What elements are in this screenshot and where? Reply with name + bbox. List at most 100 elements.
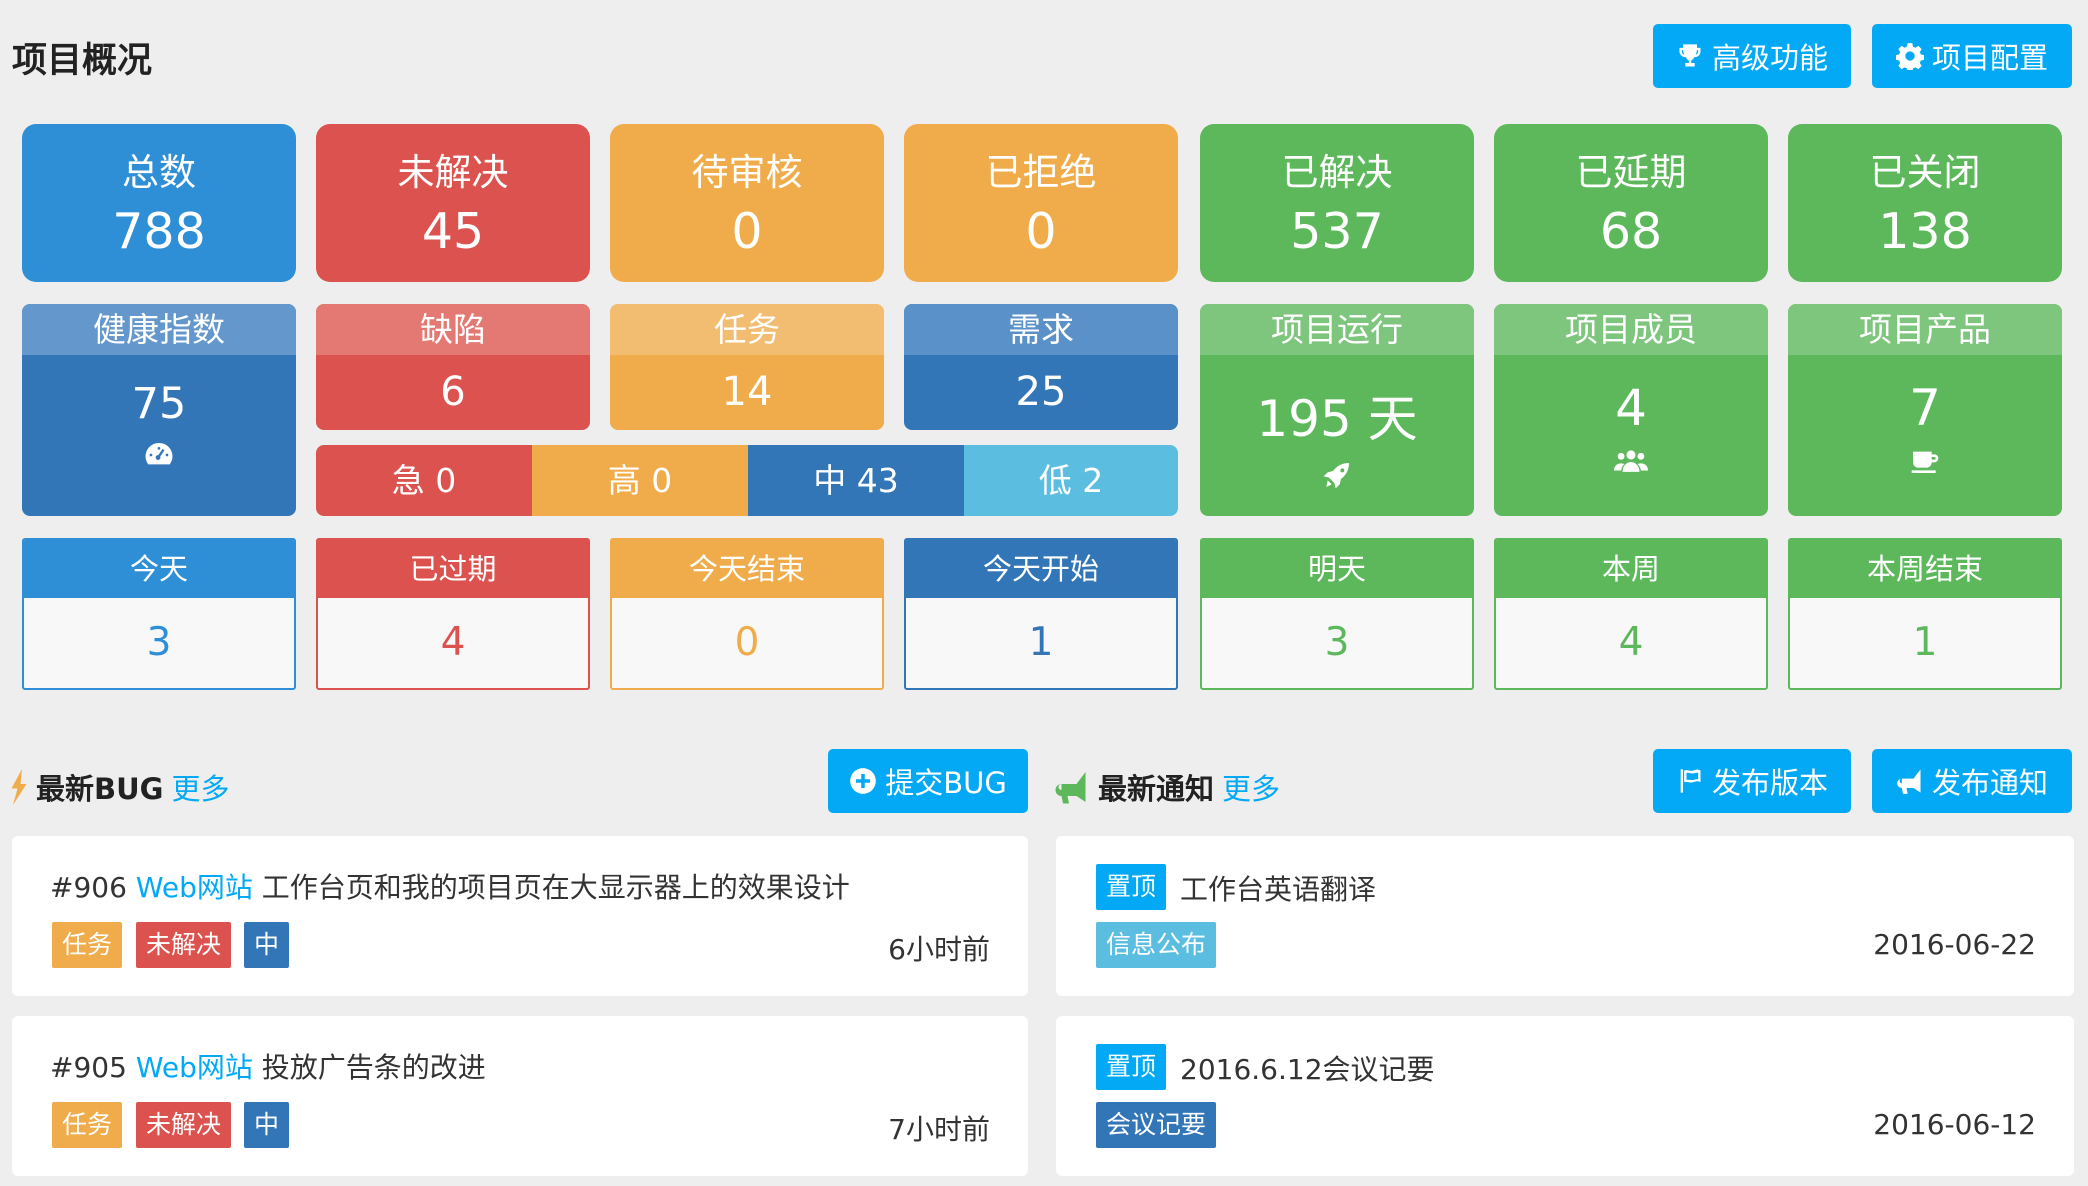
bug-text: 工作台页和我的项目页在大显示器上的效果设计 xyxy=(261,871,850,904)
notice-title: 工作台英语翻译 xyxy=(1180,873,1377,906)
bug-item[interactable]: #906 Web网站 工作台页和我的项目页在大显示器上的效果设计 任务 未解决 … xyxy=(12,836,1028,996)
date-label: 今天结束 xyxy=(612,540,882,598)
date-box-starts-today[interactable]: 今天开始 1 xyxy=(904,538,1178,690)
category-badge: 会议记要 xyxy=(1096,1102,1217,1148)
bugs-title: 最新BUG xyxy=(36,772,164,806)
bug-time: 7小时前 xyxy=(888,1113,990,1146)
type-label: 任务 xyxy=(610,304,884,355)
notices-more-link[interactable]: 更多 xyxy=(1222,766,1280,808)
date-box-today[interactable]: 今天 3 xyxy=(22,538,296,690)
project-label: 项目运行 xyxy=(1200,304,1474,355)
project-label: 项目成员 xyxy=(1494,304,1768,355)
project-label: 项目产品 xyxy=(1788,304,2062,355)
date-label: 今天开始 xyxy=(906,540,1176,598)
type-value: 25 xyxy=(1015,369,1067,415)
priority-medium[interactable]: 中 43 xyxy=(748,445,964,516)
stat-label: 总数 xyxy=(122,151,196,194)
bug-time: 6小时前 xyxy=(888,933,990,966)
notices-section-title: 最新通知 更多 xyxy=(1054,766,1280,808)
health-value: 75 xyxy=(131,379,187,429)
date-label: 本周 xyxy=(1496,540,1766,598)
gear-icon xyxy=(1895,43,1924,70)
priority-urgent[interactable]: 急 0 xyxy=(316,445,532,516)
bug-text: 投放广告条的改进 xyxy=(261,1051,486,1084)
bullhorn-icon xyxy=(1055,772,1086,804)
date-box-tomorrow[interactable]: 明天 3 xyxy=(1200,538,1474,690)
stat-card-pending-review[interactable]: 待审核 0 xyxy=(610,124,884,282)
bug-project-link[interactable]: Web网站 xyxy=(136,1051,253,1084)
type-tile-task[interactable]: 任务 14 xyxy=(610,304,884,430)
notice-item[interactable]: 置顶 2016.6.12会议记要 会议记要 2016-06-12 xyxy=(1056,1016,2074,1176)
coffee-icon xyxy=(1788,445,2062,481)
notice-item[interactable]: 置顶 工作台英语翻译 信息公布 2016-06-22 xyxy=(1056,836,2074,996)
bolt-icon xyxy=(11,769,27,805)
stat-label: 已解决 xyxy=(1281,151,1393,194)
bugs-section-title: 最新BUG 更多 xyxy=(10,766,229,808)
health-label: 健康指数 xyxy=(22,304,296,355)
date-value: 1 xyxy=(1912,620,1938,665)
project-members-tile[interactable]: 项目成员 4 xyxy=(1494,304,1768,516)
stat-value: 45 xyxy=(421,203,485,260)
project-runtime-tile[interactable]: 项目运行 195 天 xyxy=(1200,304,1474,516)
submit-bug-label: 提交BUG xyxy=(885,766,1007,800)
type-value: 6 xyxy=(440,369,466,415)
stat-card-unresolved[interactable]: 未解决 45 xyxy=(316,124,590,282)
flag-icon xyxy=(1680,769,1701,793)
stat-value: 0 xyxy=(1025,203,1057,260)
bullhorn-icon xyxy=(1897,769,1921,794)
project-products-tile[interactable]: 项目产品 7 xyxy=(1788,304,2062,516)
priority-high[interactable]: 高 0 xyxy=(532,445,748,516)
stat-card-closed[interactable]: 已关闭 138 xyxy=(1788,124,2062,282)
notice-date: 2016-06-12 xyxy=(1873,1108,2036,1141)
date-box-week-end[interactable]: 本周结束 1 xyxy=(1788,538,2062,690)
bug-item[interactable]: #905 Web网站 投放广告条的改进 任务 未解决 中 7小时前 xyxy=(12,1016,1028,1176)
stat-card-postponed[interactable]: 已延期 68 xyxy=(1494,124,1768,282)
date-box-this-week[interactable]: 本周 4 xyxy=(1494,538,1768,690)
project-value: 4 xyxy=(1615,379,1647,437)
bug-title: #906 Web网站 工作台页和我的项目页在大显示器上的效果设计 xyxy=(50,866,850,906)
date-value: 3 xyxy=(146,620,172,665)
stat-value: 0 xyxy=(731,203,763,260)
project-config-label: 项目配置 xyxy=(1931,41,2048,75)
category-badge: 信息公布 xyxy=(1096,922,1217,968)
date-label: 本周结束 xyxy=(1790,540,2060,598)
stat-card-rejected[interactable]: 已拒绝 0 xyxy=(904,124,1178,282)
stat-label: 待审核 xyxy=(691,151,803,194)
publish-notice-label: 发布通知 xyxy=(1931,766,2048,800)
type-badge: 任务 xyxy=(52,922,123,968)
date-value: 1 xyxy=(1028,620,1054,665)
date-label: 已过期 xyxy=(318,540,588,598)
stat-value: 138 xyxy=(1878,203,1972,260)
priority-low[interactable]: 低 2 xyxy=(964,445,1178,516)
type-tile-requirement[interactable]: 需求 25 xyxy=(904,304,1178,430)
stat-label: 已关闭 xyxy=(1869,151,1981,194)
release-version-button[interactable]: 发布版本 xyxy=(1653,749,1851,813)
notices-title: 最新通知 xyxy=(1098,772,1215,806)
stat-value: 68 xyxy=(1599,203,1663,260)
stat-label: 已拒绝 xyxy=(985,151,1097,194)
project-value: 7 xyxy=(1909,379,1941,437)
project-config-button[interactable]: 项目配置 xyxy=(1872,24,2072,88)
bugs-more-link[interactable]: 更多 xyxy=(171,766,229,808)
type-tile-defect[interactable]: 缺陷 6 xyxy=(316,304,590,430)
priority-badge: 中 xyxy=(244,922,290,968)
users-icon xyxy=(1494,445,1768,483)
publish-notice-button[interactable]: 发布通知 xyxy=(1872,749,2072,813)
stat-label: 未解决 xyxy=(397,151,509,194)
stat-card-total[interactable]: 总数 788 xyxy=(22,124,296,282)
advanced-features-button[interactable]: 高级功能 xyxy=(1653,24,1851,88)
advanced-features-label: 高级功能 xyxy=(1711,41,1828,75)
submit-bug-button[interactable]: 提交BUG xyxy=(828,749,1028,813)
stat-label: 已延期 xyxy=(1575,151,1687,194)
date-box-overdue[interactable]: 已过期 4 xyxy=(316,538,590,690)
type-label: 缺陷 xyxy=(316,304,590,355)
bug-project-link[interactable]: Web网站 xyxy=(136,871,253,904)
date-value: 4 xyxy=(1618,620,1644,665)
health-tile[interactable]: 健康指数 75 xyxy=(22,304,296,516)
status-badge: 未解决 xyxy=(136,922,232,968)
type-badge: 任务 xyxy=(52,1102,123,1148)
date-box-ends-today[interactable]: 今天结束 0 xyxy=(610,538,884,690)
stat-card-resolved[interactable]: 已解决 537 xyxy=(1200,124,1474,282)
bug-id: #906 xyxy=(50,871,127,904)
bug-title: #905 Web网站 投放广告条的改进 xyxy=(50,1046,486,1086)
